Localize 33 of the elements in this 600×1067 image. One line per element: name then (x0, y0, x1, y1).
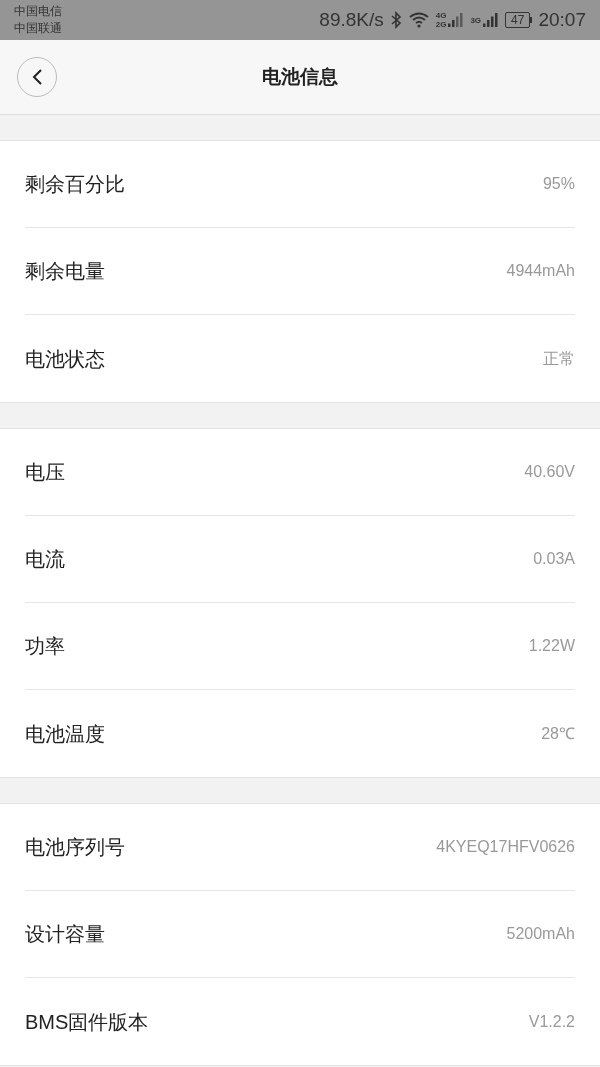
info-value: 4KYEQ17HFV0626 (436, 837, 575, 857)
info-label: 剩余百分比 (25, 172, 125, 197)
info-label: 剩余电量 (25, 259, 105, 284)
wifi-icon (407, 12, 430, 28)
info-label: 电池温度 (25, 721, 105, 747)
network-speed: 89.8K/s (319, 7, 384, 32)
info-label: 功率 (25, 634, 65, 659)
info-label: 电池状态 (25, 346, 105, 372)
info-value: 4944mAh (506, 261, 575, 281)
signal-icon (483, 13, 500, 27)
info-label: 电压 (25, 460, 65, 485)
carrier-name: 中国电信 (14, 3, 62, 20)
info-value: 28℃ (541, 723, 575, 744)
page-title: 电池信息 (262, 64, 338, 89)
info-label: BMS固件版本 (25, 1009, 149, 1035)
info-value: 95% (542, 174, 575, 194)
info-label: 电池序列号 (25, 835, 125, 860)
network-type-label: 2G (435, 20, 447, 29)
info-value: 5200mAh (506, 924, 575, 944)
info-label: 设计容量 (25, 922, 105, 947)
signal-icon (448, 13, 465, 27)
info-value: 0.03A (533, 549, 575, 569)
clock-time: 20:07 (538, 7, 586, 32)
network-type-label: 4G (435, 11, 447, 20)
info-label: 电流 (25, 547, 65, 572)
info-value: 40.60V (524, 462, 575, 482)
info-value: 正常 (543, 348, 575, 369)
battery-icon: 47 (505, 12, 531, 28)
bluetooth-icon (389, 11, 402, 29)
carrier-name: 中国联通 (14, 20, 62, 37)
network-type-label: 3G (470, 15, 482, 25)
info-value: V1.2.2 (528, 1011, 575, 1032)
info-value: 1.22W (528, 636, 575, 656)
